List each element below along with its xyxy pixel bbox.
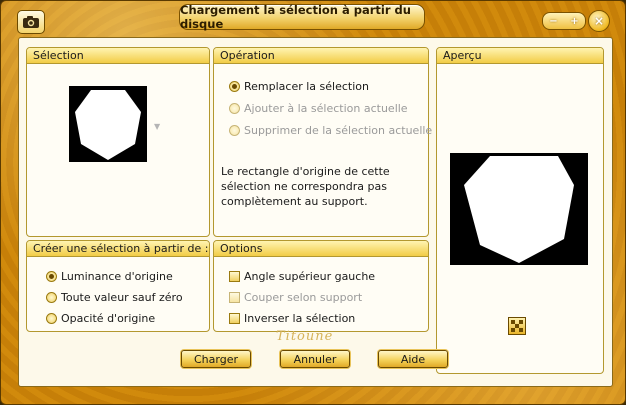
radio-button[interactable] (229, 81, 240, 92)
maximize-icon[interactable]: + (570, 16, 578, 27)
radio-subtract-selection[interactable]: Supprimer de la sélection actuelle (229, 124, 432, 137)
operation-group-title: Opération (214, 48, 428, 64)
radio-label: Toute valeur sauf zéro (61, 291, 183, 304)
dialog-window: Chargement la sélection à partir du disq… (0, 0, 626, 405)
radio-label: Luminance d'origine (61, 270, 173, 283)
checkbox-label: Inverser la sélection (244, 312, 356, 325)
watermark: Titoune (276, 329, 334, 344)
checkbox-label: Couper selon support (244, 291, 363, 304)
radio-label: Supprimer de la sélection actuelle (244, 124, 433, 137)
operation-group: Opération Remplacer la sélection Ajouter… (213, 47, 432, 237)
create-selection-group-title: Créer une sélection à partir de : (27, 241, 209, 257)
checkbox[interactable] (229, 292, 240, 303)
radio-add-selection[interactable]: Ajouter à la sélection actuelle (229, 102, 408, 115)
preview-group: Aperçu (436, 47, 604, 374)
camera-icon[interactable] (17, 10, 45, 34)
help-button[interactable]: Aide (378, 350, 448, 368)
radio-label: Opacité d'origine (61, 312, 156, 325)
dialog-body: Sélection ▼ Opération Remplacer la sélec… (18, 37, 613, 387)
options-group: Options Angle supérieur gauche Couper se… (213, 240, 429, 332)
close-icon: × (593, 14, 605, 28)
preview-group-title: Aperçu (437, 48, 603, 64)
radio-button[interactable] (46, 313, 57, 324)
radio-label: Remplacer la sélection (244, 80, 369, 93)
radio-button[interactable] (46, 271, 57, 282)
operation-note: Le rectangle d'origine de cette sélectio… (221, 165, 390, 208)
checkbox[interactable] (229, 313, 240, 324)
radio-button[interactable] (229, 103, 240, 114)
selection-group: Sélection ▼ (26, 47, 210, 237)
checkbox-top-left-corner[interactable]: Angle supérieur gauche (229, 270, 375, 283)
cancel-button[interactable]: Annuler (280, 350, 350, 368)
preview-image (450, 153, 588, 265)
radio-source-opacity[interactable]: Opacité d'origine (46, 312, 155, 325)
checkbox-invert-selection[interactable]: Inverser la sélection (229, 312, 355, 325)
minimize-icon[interactable]: − (549, 16, 557, 27)
options-group-title: Options (214, 241, 428, 257)
radio-button[interactable] (46, 292, 57, 303)
create-selection-group: Créer une sélection à partir de : Lumina… (26, 240, 210, 332)
radio-replace-selection[interactable]: Remplacer la sélection (229, 80, 369, 93)
radio-button[interactable] (229, 125, 240, 136)
selection-thumbnail[interactable] (69, 86, 147, 162)
radio-any-non-zero[interactable]: Toute valeur sauf zéro (46, 291, 183, 304)
dropdown-arrow-icon[interactable]: ▼ (154, 122, 160, 131)
close-button[interactable]: × (588, 10, 610, 32)
window-title: Chargement la sélection à partir du disq… (179, 3, 425, 31)
checkbox-crop-to-canvas[interactable]: Couper selon support (229, 291, 362, 304)
mask-icon[interactable] (508, 317, 526, 335)
checkbox-label: Angle supérieur gauche (244, 270, 376, 283)
checkbox[interactable] (229, 271, 240, 282)
radio-label: Ajouter à la sélection actuelle (244, 102, 408, 115)
window-controls: − + (542, 12, 586, 30)
load-button[interactable]: Charger (181, 350, 251, 368)
radio-source-luminance[interactable]: Luminance d'origine (46, 270, 173, 283)
selection-group-title: Sélection (27, 48, 209, 64)
